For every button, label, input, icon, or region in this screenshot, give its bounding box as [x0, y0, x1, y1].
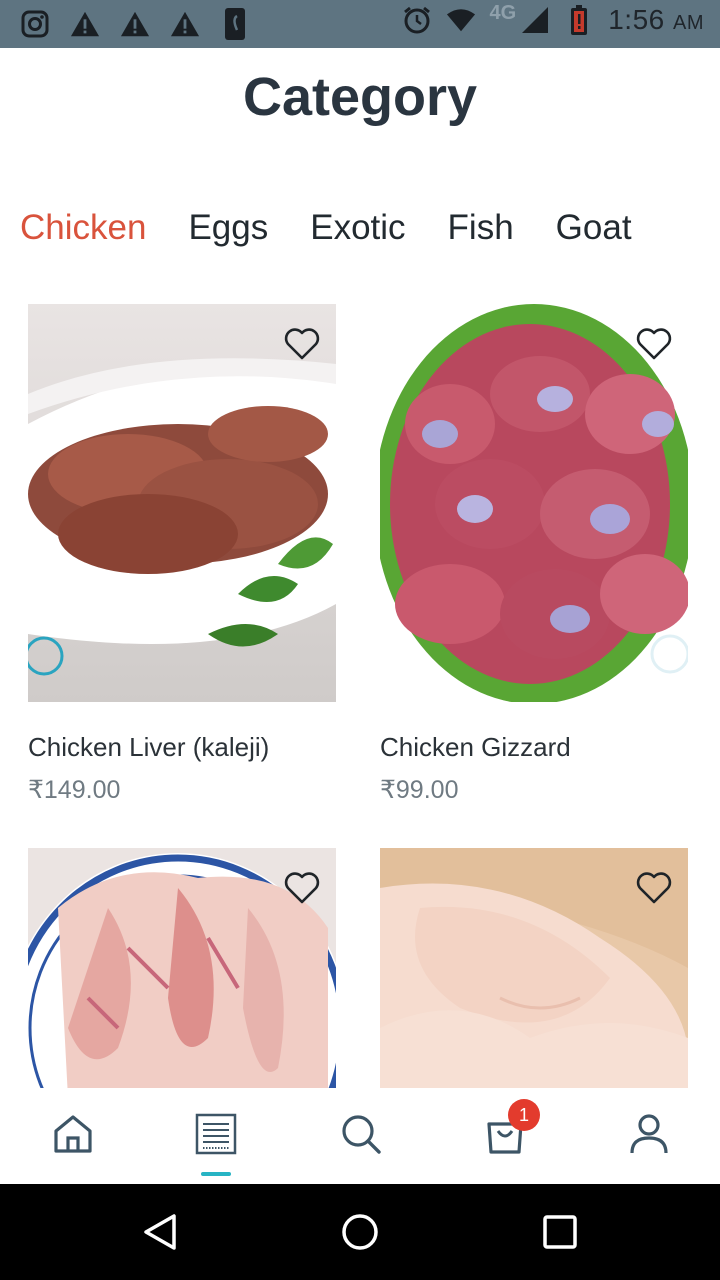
- product-image-chicken-liver[interactable]: [28, 304, 336, 702]
- bottom-navigation: [0, 1088, 720, 1184]
- product-card[interactable]: Chicken Liver (kaleji) ₹149.00: [28, 304, 336, 805]
- instagram-icon: [20, 8, 50, 40]
- wifi-icon: [446, 4, 476, 36]
- heart-icon[interactable]: [282, 324, 322, 364]
- tab-chicken[interactable]: Chicken: [20, 208, 146, 248]
- active-tab-indicator: [201, 1172, 231, 1176]
- product-name[interactable]: Chicken Liver (kaleji): [28, 732, 336, 763]
- profile-icon[interactable]: [627, 1112, 671, 1156]
- phone-notification-icon: [220, 8, 250, 40]
- battery-alert-icon: [564, 4, 594, 36]
- product-price: ₹99.00: [380, 776, 459, 804]
- recents-icon[interactable]: [540, 1212, 580, 1252]
- warning-icon: [70, 8, 100, 40]
- product-name[interactable]: Chicken Gizzard: [380, 732, 688, 763]
- tab-exotic[interactable]: Exotic: [310, 208, 405, 248]
- heart-icon[interactable]: [634, 868, 674, 908]
- tab-goat[interactable]: Goat: [556, 208, 632, 248]
- category-tabs: Chicken Eggs Exotic Fish Goat: [20, 208, 632, 248]
- warning-icon: [170, 8, 200, 40]
- product-card[interactable]: Chicken Gizzard ₹99.00: [380, 304, 688, 805]
- home-icon[interactable]: [51, 1112, 95, 1156]
- warning-icon: [120, 8, 150, 40]
- page-title: Category: [242, 67, 478, 127]
- system-navigation-bar: [0, 1184, 720, 1280]
- cart-count-badge: 1: [508, 1099, 540, 1131]
- status-bar: 4G 1:56 AM: [0, 0, 720, 48]
- product-image-chicken-gizzard[interactable]: [380, 304, 688, 702]
- back-icon[interactable]: [140, 1212, 180, 1252]
- home-button-icon[interactable]: [340, 1212, 380, 1252]
- alarm-icon: [402, 4, 432, 36]
- clock: 1:56 AM: [608, 4, 704, 35]
- tab-fish[interactable]: Fish: [448, 208, 514, 248]
- category-icon[interactable]: [194, 1112, 238, 1156]
- heart-icon[interactable]: [634, 324, 674, 364]
- network-type: 4G: [489, 1, 517, 24]
- tab-eggs[interactable]: Eggs: [188, 208, 268, 248]
- search-icon[interactable]: [339, 1112, 383, 1156]
- signal-icon: [520, 4, 550, 36]
- product-price: ₹149.00: [28, 776, 121, 804]
- heart-icon[interactable]: [282, 868, 322, 908]
